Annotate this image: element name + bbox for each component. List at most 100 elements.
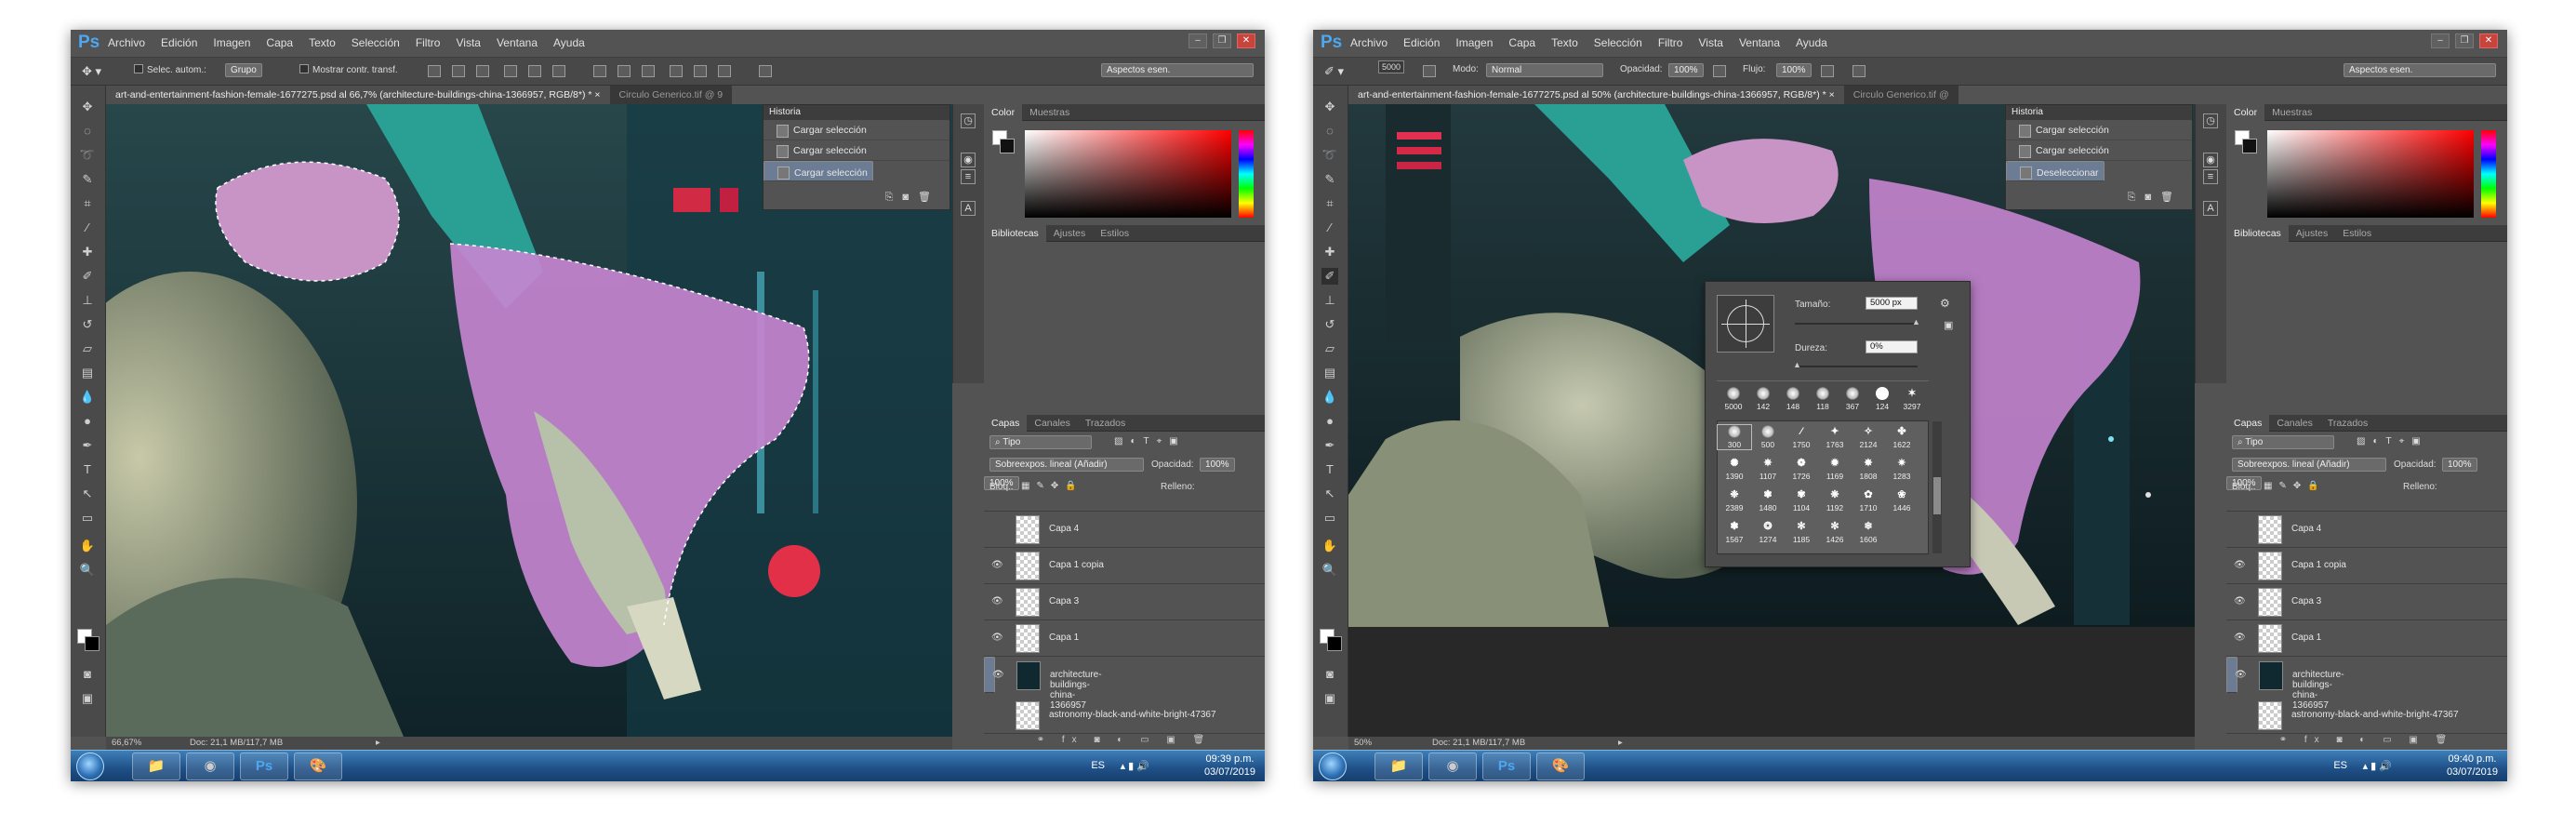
brush-preset[interactable]: ✵ 1107 — [1751, 457, 1785, 481]
tab-paths[interactable]: Trazados — [2320, 415, 2375, 432]
brush-panel-icon[interactable] — [1423, 65, 1436, 77]
dodge-tool-icon[interactable]: ● — [1321, 413, 1338, 430]
zoom-tool-icon[interactable]: 🔍 — [1321, 562, 1338, 579]
align-top-icon[interactable] — [428, 65, 441, 77]
menu-archivo[interactable]: Archivo — [1350, 36, 1388, 49]
presets-scrollbar[interactable] — [1932, 421, 1942, 553]
layer-row[interactable]: Capa 4 — [2226, 512, 2507, 548]
crop-tool-icon[interactable]: ⌗ — [79, 195, 96, 212]
layer-row[interactable]: astronomy-black-and-white-bright-47367 — [2226, 698, 2507, 734]
blur-tool-icon[interactable]: 💧 — [1321, 389, 1338, 406]
background-color-swatch[interactable] — [1327, 636, 1342, 651]
layer-row[interactable]: 👁 Capa 1 — [984, 620, 1265, 657]
stamp-tool-icon[interactable]: ⊥ — [1321, 292, 1338, 309]
paint-taskbar-icon[interactable]: 🎨 — [294, 752, 342, 780]
layer-row-selected[interactable]: 👁 architecture-buildings-china-1366957 — [984, 657, 1102, 711]
menu-seleccion[interactable]: Selección — [1594, 36, 1642, 49]
zoom-tool-icon[interactable]: 🔍 — [79, 562, 96, 579]
brush-preset[interactable]: ❀ 1446 — [1885, 488, 1919, 513]
character-panel-icon[interactable]: A — [961, 201, 976, 216]
background-color-swatch[interactable] — [2242, 139, 2257, 153]
dodge-tool-icon[interactable]: ● — [79, 413, 96, 430]
brush-preset[interactable]: ✽ 1567 — [1718, 520, 1751, 544]
chrome-taskbar-icon[interactable]: ◉ — [186, 752, 234, 780]
layer-row[interactable]: 👁 Capa 1 copia — [984, 548, 1265, 584]
menu-capa[interactable]: Capa — [1508, 36, 1535, 49]
distribute-right-icon[interactable] — [718, 65, 731, 77]
hue-slider[interactable] — [2481, 130, 2496, 218]
brush-preset[interactable]: ✦ 1763 — [1818, 425, 1852, 449]
menu-archivo[interactable]: Archivo — [108, 36, 145, 49]
gradient-tool-icon[interactable]: ▤ — [79, 365, 96, 381]
tab-color[interactable]: Color — [2226, 104, 2265, 121]
menu-ventana[interactable]: Ventana — [1739, 36, 1780, 49]
menu-seleccion[interactable]: Selección — [352, 36, 400, 49]
menu-ayuda[interactable]: Ayuda — [1796, 36, 1827, 49]
menu-filtro[interactable]: Filtro — [1658, 36, 1683, 49]
new-doc-from-state-icon[interactable]: ⎘ — [2128, 192, 2145, 203]
zoom-level[interactable]: 50% — [1354, 738, 1372, 748]
marquee-tool-icon[interactable]: ◌ — [79, 123, 96, 140]
align-hcenter-icon[interactable] — [528, 65, 541, 77]
auto-align-icon[interactable] — [759, 65, 772, 77]
tray-icons[interactable]: ▴ ▮ 🔊 — [1121, 760, 1149, 772]
maximize-button[interactable]: ❐ — [1213, 33, 1231, 48]
menu-imagen[interactable]: Imagen — [213, 36, 250, 49]
brush-preset[interactable]: ✹ 1169 — [1818, 457, 1852, 481]
chrome-taskbar-icon[interactable]: ◉ — [1428, 752, 1477, 780]
blend-mode-select[interactable]: Sobreexpos. lineal (Añadir) — [2232, 458, 2386, 472]
start-button[interactable] — [76, 752, 104, 780]
close-button[interactable]: ✕ — [2479, 33, 2498, 48]
pen-tool-icon[interactable]: ✒ — [1321, 437, 1338, 454]
shape-tool-icon[interactable]: ▭ — [1321, 510, 1338, 526]
recent-brush[interactable]: 148 — [1776, 387, 1810, 411]
menu-ventana[interactable]: Ventana — [497, 36, 538, 49]
hardness-slider[interactable] — [1795, 366, 1918, 367]
hardness-slider-thumb-icon[interactable]: ▲ — [1793, 360, 1801, 369]
brush-preset[interactable]: ✼ 1426 — [1818, 520, 1852, 544]
properties-panel-icon[interactable]: ≡ — [961, 169, 976, 184]
recent-brush[interactable]: ✶ 3297 — [1895, 387, 1929, 411]
menu-texto[interactable]: Texto — [1551, 36, 1578, 49]
tab-swatches[interactable]: Muestras — [2264, 104, 2319, 121]
brush-preset[interactable]: ❁ 1726 — [1785, 457, 1818, 481]
status-arrow-icon[interactable]: ▸ — [376, 738, 380, 748]
brush-preset[interactable]: ✤ 1622 — [1885, 425, 1919, 449]
quick-mask-icon[interactable]: ◙ — [79, 666, 96, 683]
blur-tool-icon[interactable]: 💧 — [79, 389, 96, 406]
tab-document-active[interactable]: art-and-entertainment-fashion-female-167… — [106, 86, 610, 104]
eyedropper-tool-icon[interactable]: ⁄ — [1321, 220, 1338, 236]
menu-ayuda[interactable]: Ayuda — [553, 36, 585, 49]
trash-icon[interactable]: 🗑 — [2160, 192, 2183, 203]
eye-icon[interactable]: 👁 — [992, 670, 1004, 681]
lasso-tool-icon[interactable]: ➰ — [1321, 147, 1338, 164]
flow-field[interactable]: 100% — [1776, 63, 1812, 77]
background-color-swatch[interactable] — [85, 636, 100, 651]
paint-taskbar-icon[interactable]: 🎨 — [1536, 752, 1585, 780]
brush-preset[interactable]: ✸ 1808 — [1852, 457, 1885, 481]
opacity-pressure-icon[interactable] — [1713, 65, 1726, 77]
move-tool-icon[interactable]: ✥ ▾ — [82, 64, 101, 79]
brush-tool-icon[interactable]: ✐ — [1321, 268, 1338, 285]
gear-icon[interactable]: ⚙ — [1940, 297, 1950, 310]
healing-brush-icon[interactable]: ✚ — [79, 244, 96, 260]
align-left-icon[interactable] — [504, 65, 517, 77]
menu-vista[interactable]: Vista — [1698, 36, 1722, 49]
layer-row[interactable]: 👁 Capa 1 — [2226, 620, 2507, 657]
eye-icon[interactable]: 👁 — [2235, 670, 2247, 681]
eye-icon[interactable]: 👁 — [991, 633, 1003, 644]
eye-icon[interactable]: 👁 — [2234, 633, 2246, 644]
tab-document-2[interactable]: Circulo Generico.tif @ — [1844, 86, 1959, 104]
screen-mode-icon[interactable]: ▣ — [1321, 690, 1338, 707]
tab-channels[interactable]: Canales — [1027, 415, 1078, 432]
tab-color[interactable]: Color — [984, 104, 1023, 121]
layer-row[interactable]: 👁 Capa 3 — [984, 584, 1265, 620]
recent-brush[interactable]: 5000 — [1717, 387, 1750, 411]
tab-libraries[interactable]: Bibliotecas — [984, 225, 1046, 242]
eraser-tool-icon[interactable]: ▱ — [79, 340, 96, 357]
layer-row[interactable]: Capa 4 — [984, 512, 1265, 548]
explorer-taskbar-icon[interactable]: 📁 — [1374, 752, 1423, 780]
visibility-off-icon[interactable] — [2234, 710, 2245, 721]
size-slider-thumb-icon[interactable]: ▲ — [1912, 317, 1920, 326]
history-item[interactable]: Cargar selección — [2006, 140, 2192, 161]
